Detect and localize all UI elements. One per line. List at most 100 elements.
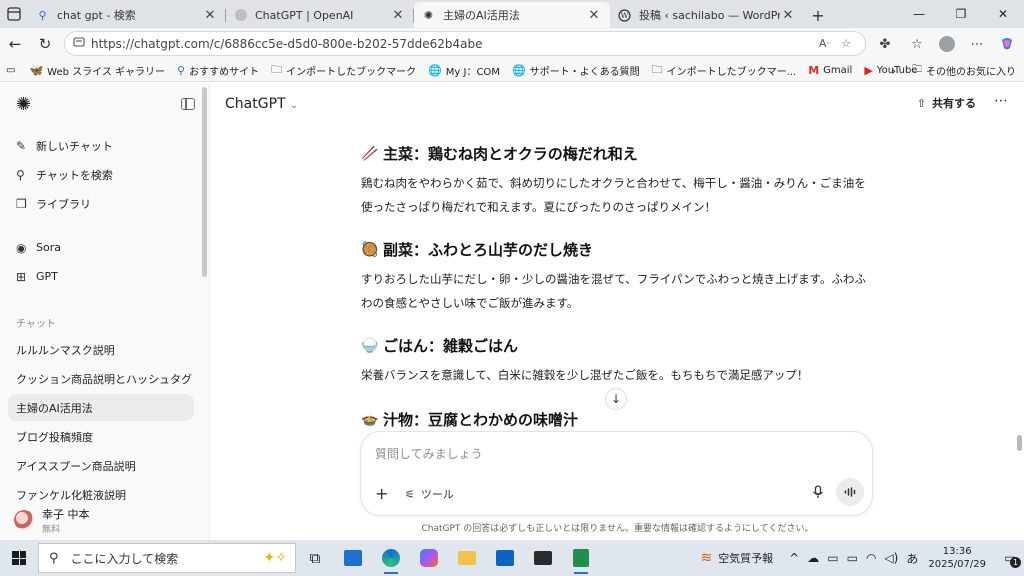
chat-header: ChatGPT ⌄ [211,83,1024,125]
copilot-icon[interactable] [994,30,1020,58]
chatgpt-logo-icon[interactable]: ✺ [16,94,31,115]
outlook-icon[interactable] [486,540,524,576]
bookmark-0[interactable]: 🦋 Web スライス ギャラリー [29,63,165,78]
bookmark-4[interactable]: 🌐 サポート・よくある質問 [512,63,640,78]
microphone-icon[interactable] [812,485,824,503]
other-favorites-label: その他のお気に入り [926,67,1016,78]
bookmarks-bar: ▭ 🦋 Web スライス ギャラリー ⚲ おすすめサイト 🗀 インポートしたブックマー… [0,59,1024,82]
prompt-input[interactable] [375,444,835,464]
sidebar-item-sora[interactable]: ◉ Sora [8,234,194,261]
model-title: ChatGPT [225,96,286,112]
refresh-icon[interactable]: ↻ [30,30,60,58]
onedrive-icon[interactable]: ☁ [807,551,819,565]
sidebar-item-gpt[interactable]: ⊞ GPT [8,263,194,290]
reading-list-icon[interactable]: ▭ [6,65,15,76]
favorite-star-icon[interactable]: ☆ [835,37,857,50]
close-icon[interactable]: ✕ [390,8,406,23]
page-scrollbar[interactable] [1017,435,1022,451]
bookmark-2[interactable]: 🗀 インポートしたブックマーク [271,61,416,80]
settings-more-icon[interactable]: ⋯ [964,30,990,58]
chat-history-item[interactable]: ブログ投稿頻度 [8,423,194,450]
air-quality-icon: ≋ [700,550,713,566]
chat-history-item[interactable]: アイススプーン商品説明 [8,452,194,479]
add-attachment-icon[interactable]: + [375,484,388,503]
notification-icon[interactable]: ▭ 1 [996,544,1024,572]
browser-tab-2[interactable]: ✺ 主婦のAI活用法 ✕ [414,2,610,28]
back-icon[interactable]: ← [0,30,30,58]
other-favorites[interactable]: 🗀 その他のお気に入り [912,59,1016,82]
extensions-icon[interactable]: ✤ [872,30,898,58]
explorer-icon[interactable] [448,540,486,576]
volume-icon[interactable]: ◁) [884,551,898,565]
show-hidden-icons[interactable]: ^ [789,551,799,565]
chat-history-item[interactable]: クッション商品説明とハッシュタグ [8,365,194,392]
chevron-right-icon[interactable]: › [891,59,896,82]
sidebar-item-search-chats[interactable]: ⚲ チャットを検索 [8,161,194,188]
more-options-icon[interactable]: ⋯ [994,93,1008,109]
share-button[interactable]: ⇧ 共有する [917,95,976,111]
close-icon[interactable]: ✕ [780,8,796,23]
edge-icon[interactable] [372,540,410,576]
bookmark-6[interactable]: M Gmail [808,64,852,77]
sidebar: ✺ ✎ 新しいチャット ⚲ チャットを検索 ❐ ライブラリ ◉ Sora ⊞ GPT チャ… [0,83,210,540]
tab-title: ChatGPT | OpenAI [255,8,354,22]
new-chat-icon: ✎ [16,138,27,153]
ime-indicator[interactable]: あ [906,550,918,567]
copilot-icon[interactable] [410,540,448,576]
gpt-grid-icon: ⊞ [16,269,27,284]
start-button[interactable] [0,540,38,576]
browser-tab-1[interactable]: ChatGPT | OpenAI ✕ [226,2,414,28]
disclaimer: ChatGPT の回答は必ずしも正しいとは限りません。重要な情報は確認するように… [421,524,814,534]
store-icon[interactable] [334,540,372,576]
browser-tab-3[interactable]: W 投稿 ‹ sachilabo — WordPress ✕ [610,2,804,28]
chat-history-item[interactable]: ルルルンマスク説明 [8,336,194,363]
tools-button[interactable]: ⚟ ツール [405,486,454,502]
clock[interactable]: 13:36 2025/07/29 [928,545,986,571]
close-icon[interactable]: ✕ [586,8,602,23]
tab-title: 投稿 ‹ sachilabo — WordPress [639,9,780,22]
sidebar-item-new-chat[interactable]: ✎ 新しいチャット [8,132,194,159]
tab-actions-icon[interactable] [0,0,28,28]
taskbar-search[interactable]: ⚲ ここに入力して検索 ✦✧ [38,543,296,573]
excel-icon[interactable] [562,540,600,576]
bookmark-5[interactable]: 🗀 インポートしたブックマー... [652,61,797,80]
voice-mode-icon[interactable] [836,478,864,506]
favorites-icon[interactable]: ☆ [904,30,930,58]
site-info-icon[interactable] [73,36,91,51]
section-heading-text: 副菜：ふわとろ山芋のだし焼き [383,241,594,259]
model-selector[interactable]: ChatGPT ⌄ [225,96,298,112]
task-view-icon[interactable]: ⧉ [296,540,334,576]
close-window-icon[interactable]: ✕ [982,0,1024,28]
weather-widget[interactable]: ≋ 空気質予報 [700,550,773,566]
close-icon[interactable]: ✕ [202,8,218,23]
url-text[interactable]: https://chatgpt.com/c/6886cc5e-d5d0-800e… [91,37,813,51]
globe-icon: 🌐 [511,63,526,77]
sidebar-item-library[interactable]: ❐ ライブラリ [8,190,194,217]
bookmark-label: Web スライス ギャラリー [47,66,166,78]
pot-icon: 🥘 [361,241,379,258]
sidebar-scrollbar[interactable] [202,87,207,277]
address-bar[interactable]: https://chatgpt.com/c/6886cc5e-d5d0-800e… [64,31,866,56]
sidebar-item-label: チャットを検索 [36,168,113,182]
chat-history-item-selected[interactable]: 主婦のAI活用法 [8,394,194,421]
maximize-icon[interactable]: ❐ [940,0,982,28]
user-account[interactable]: 幸子 中本 無料 [0,500,209,540]
new-tab-icon[interactable]: + [804,2,832,28]
browser-tab-0[interactable]: ⚲ chat gpt - 検索 ✕ [28,2,226,28]
section-heading: 🥘 副菜：ふわとろ山芋のだし焼き [361,239,593,260]
folder-icon: 🗀 [271,62,283,76]
minimize-icon[interactable]: — [898,0,940,28]
meet-now-icon[interactable]: ▭ [827,551,838,565]
read-aloud-icon[interactable]: Aᐧ [813,37,835,50]
bookmark-1[interactable]: ⚲ おすすめサイト [177,63,259,78]
chatgpt-icon: ✺ [423,8,434,22]
tab-title: 主婦のAI活用法 [443,9,520,22]
scroll-down-icon[interactable]: ↓ [605,388,627,410]
battery-icon[interactable]: ▭ [847,551,858,565]
sidebar-toggle-icon[interactable] [181,98,195,110]
mail-icon[interactable] [524,540,562,576]
bookmark-3[interactable]: 🌐 My J：COM [428,63,500,78]
profile-icon[interactable] [934,30,960,58]
wifi-icon[interactable]: ◠ [866,551,876,565]
sparkle-icon: ✦✧ [263,550,287,566]
